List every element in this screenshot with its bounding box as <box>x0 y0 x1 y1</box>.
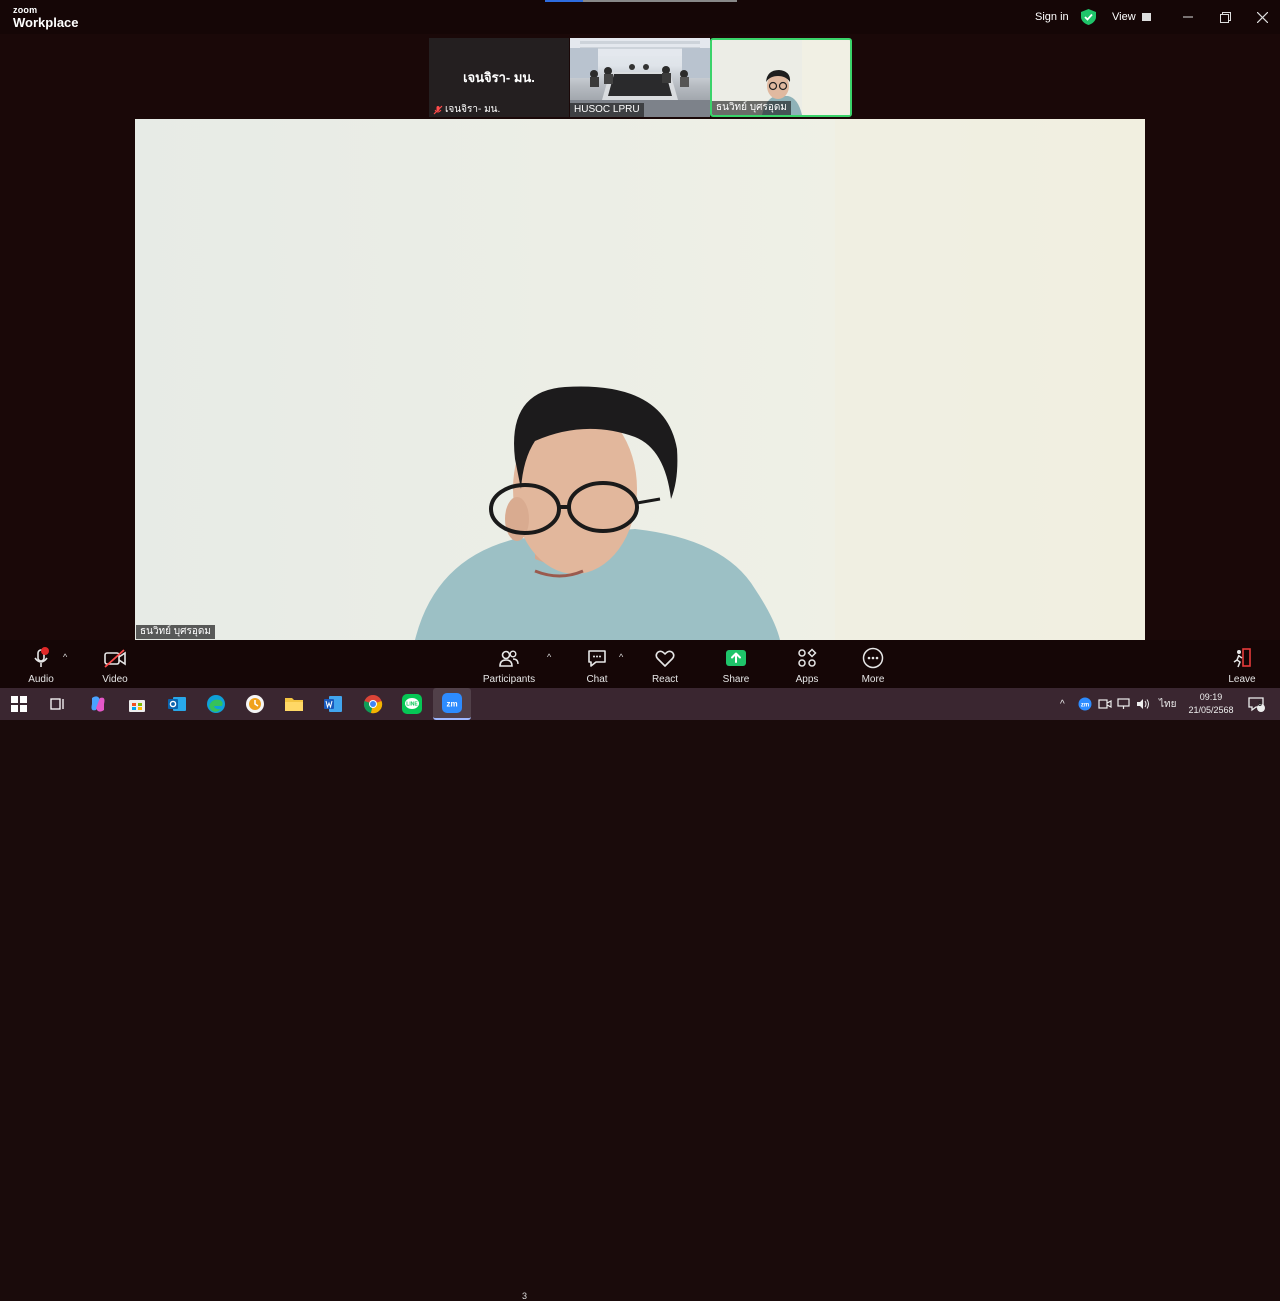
main-speaker-name-label: ธนวิทย์ บุศรอุดม <box>136 625 215 639</box>
clock-date: 21/05/2568 <box>1188 705 1234 715</box>
copilot-icon[interactable] <box>86 692 110 716</box>
main-speaker-video[interactable]: ธนวิทย์ บุศรอุดม <box>135 119 1145 640</box>
chat-options-caret-icon[interactable]: ^ <box>619 652 623 662</box>
participant-name-text: เจนจิรา- มน. <box>445 104 501 115</box>
view-button[interactable]: View <box>1112 0 1151 34</box>
vpn-icon[interactable] <box>243 692 267 716</box>
windows-taskbar: LINE zm ^ zm ไทย 09:19 21/05/2568 3 <box>0 688 1280 720</box>
taskbar-clock[interactable]: 09:19 21/05/2568 <box>1186 691 1236 717</box>
svg-text:zm: zm <box>1081 703 1089 709</box>
show-hidden-icons-icon[interactable]: ^ <box>1060 688 1065 720</box>
zoom-icon[interactable]: zm <box>433 688 471 720</box>
chat-label: Chat <box>586 674 608 685</box>
more-button[interactable]: More <box>843 646 903 685</box>
share-screen-icon <box>726 650 746 666</box>
leave-button[interactable]: Leave <box>1212 646 1272 685</box>
participant-name-text: ธนวิทย์ บุศรอุดม <box>716 102 787 113</box>
audio-button[interactable]: Audio <box>11 646 71 685</box>
participant-tile-2[interactable]: HUSOC LPRU <box>570 38 710 117</box>
apps-button[interactable]: Apps <box>777 646 837 685</box>
participant-name-label: ธนวิทย์ บุศรอุดม <box>712 101 791 115</box>
view-label: View <box>1112 11 1136 23</box>
sign-in-link[interactable]: Sign in <box>1035 0 1069 34</box>
leave-door-icon <box>1233 648 1251 668</box>
svg-text:zm: zm <box>446 700 457 709</box>
share-label: Share <box>722 674 750 685</box>
participant-avatar-name: เจนจิรา- มน. <box>463 70 535 85</box>
chat-icon <box>588 650 606 667</box>
participant-tile-1[interactable]: เจนจิรา- มน. เจนจิรา- มน. <box>429 38 569 117</box>
task-view-icon[interactable] <box>46 692 70 716</box>
speaker-video-frame <box>135 119 1145 640</box>
react-button[interactable]: React <box>635 646 695 685</box>
meet-now-icon[interactable] <box>1098 688 1112 720</box>
video-off-icon <box>104 649 126 668</box>
top-progress-fill <box>545 0 584 2</box>
video-button[interactable]: Video <box>85 646 145 685</box>
heart-icon <box>655 650 675 667</box>
zoom-window: zoom Workplace Sign in View เจนจิรา- มน. <box>0 0 1280 1301</box>
windows-start-icon[interactable] <box>7 692 31 716</box>
more-label: More <box>861 674 885 685</box>
notification-count-badge: 3 <box>1258 700 1262 708</box>
participant-tile-3-active-speaker[interactable]: ธนวิทย์ บุศรอุดม <box>710 38 852 117</box>
outlook-icon[interactable] <box>165 692 189 716</box>
participant-name-label: เจนจิรา- มน. <box>429 103 504 117</box>
apps-label: Apps <box>795 674 819 685</box>
encryption-shield-icon[interactable] <box>1081 9 1096 25</box>
volume-icon[interactable] <box>1136 688 1150 720</box>
chrome-icon[interactable] <box>361 692 385 716</box>
apps-icon <box>798 648 817 667</box>
file-explorer-icon[interactable] <box>282 692 306 716</box>
participants-count-badge: 3 <box>522 1291 528 1301</box>
top-progress-bar <box>545 0 737 2</box>
audio-label: Audio <box>28 674 54 685</box>
input-language-indicator[interactable]: ไทย <box>1159 688 1176 720</box>
line-icon[interactable]: LINE <box>400 692 424 716</box>
svg-text:LINE: LINE <box>406 702 418 708</box>
participants-icon <box>499 650 519 667</box>
participants-button[interactable]: Participants <box>479 646 539 685</box>
store-icon[interactable] <box>125 692 149 716</box>
word-icon[interactable] <box>321 692 345 716</box>
close-icon[interactable] <box>1244 0 1280 34</box>
title-bar: zoom Workplace Sign in View <box>0 0 1280 34</box>
zoom-tray-icon[interactable]: zm <box>1078 688 1092 720</box>
share-button[interactable]: Share <box>706 646 766 685</box>
notification-center-icon[interactable] <box>1247 688 1265 720</box>
chat-button[interactable]: Chat <box>567 646 627 685</box>
participant-name-text: HUSOC LPRU <box>574 104 640 115</box>
zoom-logo: zoom Workplace <box>13 5 79 30</box>
muted-mic-icon <box>433 105 443 115</box>
edge-icon[interactable] <box>204 692 228 716</box>
view-grid-icon <box>1141 13 1151 21</box>
leave-label: Leave <box>1228 674 1256 685</box>
logo-zoom-text: zoom <box>13 5 38 15</box>
participant-name-label: HUSOC LPRU <box>570 103 644 117</box>
react-label: React <box>651 674 679 685</box>
participants-options-caret-icon[interactable]: ^ <box>547 652 551 662</box>
participants-label: Participants <box>482 674 536 685</box>
video-label: Video <box>102 674 128 685</box>
audio-options-caret-icon[interactable]: ^ <box>63 652 67 662</box>
clock-time: 09:19 <box>1199 692 1223 702</box>
logo-workplace-text: Workplace <box>13 15 79 30</box>
restore-icon[interactable] <box>1207 0 1243 34</box>
more-icon <box>862 647 884 669</box>
microphone-icon <box>34 647 49 667</box>
network-icon[interactable] <box>1117 688 1131 720</box>
meeting-toolbar: Audio ^ Video Participants 3 ^ Chat ^ Re… <box>0 640 1280 1301</box>
minimize-icon[interactable] <box>1170 0 1206 34</box>
